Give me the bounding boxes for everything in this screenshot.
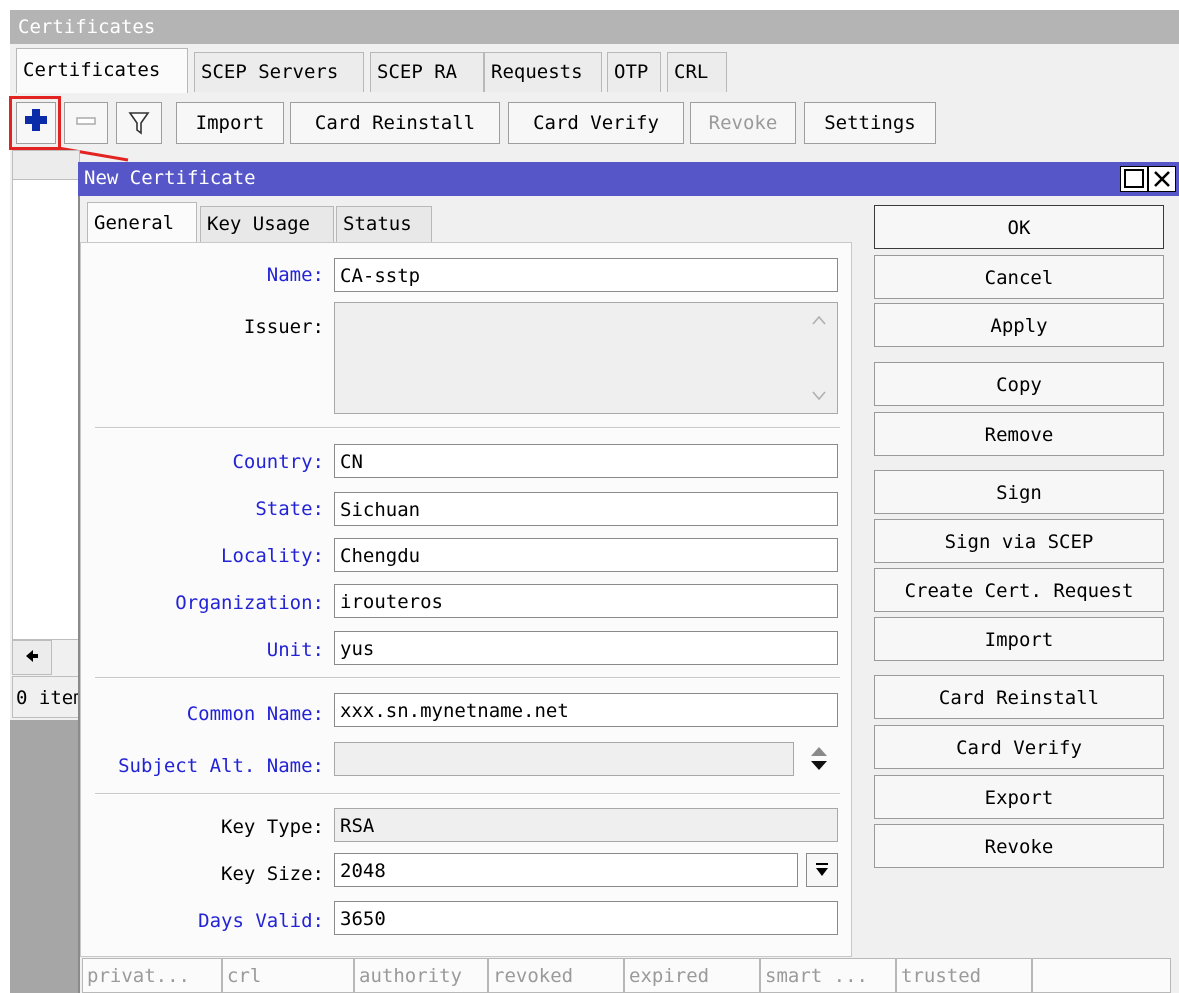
sign-via-scep-button[interactable]: Sign via SCEP [874, 519, 1164, 563]
tab-otp[interactable]: OTP [607, 52, 661, 92]
empty-area [10, 720, 80, 993]
filter-icon [128, 112, 150, 135]
tab-requests[interactable]: Requests [484, 52, 602, 92]
issuer-label: Issuer: [243, 316, 324, 338]
card-reinstall-button[interactable]: Card Reinstall [874, 675, 1164, 719]
days-valid-field[interactable]: 3650 [334, 901, 838, 935]
status-extra [1032, 958, 1171, 993]
filter-button[interactable] [116, 102, 162, 144]
revoke-button[interactable]: Revoke [690, 102, 796, 144]
tab-key-usage[interactable]: Key Usage [200, 206, 334, 242]
settings-button[interactable]: Settings [804, 102, 936, 144]
copy-button[interactable]: Copy [874, 362, 1164, 406]
import-button[interactable]: Import [176, 102, 284, 144]
items-count: 0 items [12, 676, 80, 718]
apply-button[interactable]: Apply [874, 303, 1164, 347]
locality-field[interactable]: Chengdu [334, 538, 838, 572]
chevron-up-icon[interactable] [808, 312, 830, 328]
tab-status[interactable]: Status [336, 206, 432, 242]
state-label: State: [255, 498, 324, 520]
issuer-field[interactable] [334, 302, 838, 414]
name-field[interactable]: CA-sstp [334, 258, 838, 292]
tab-scep-servers[interactable]: SCEP Servers [194, 52, 364, 92]
key-size-field[interactable]: 2048 [334, 853, 798, 887]
country-label: Country: [232, 451, 324, 473]
chevron-down-icon[interactable] [808, 388, 830, 404]
certificate-list[interactable] [12, 150, 80, 640]
import-button[interactable]: Import [874, 617, 1164, 661]
expand-collapse-icon[interactable] [808, 742, 830, 776]
window-title: Certificates [10, 10, 1179, 44]
arrow-left-icon [26, 650, 38, 662]
sign-button[interactable]: Sign [874, 470, 1164, 514]
dialog-title: New Certificate [78, 162, 1179, 196]
status-authority: authority [354, 958, 488, 993]
status-expired: expired [624, 958, 760, 993]
status-trusted: trusted [896, 958, 1032, 993]
card-verify-button[interactable]: Card Verify [874, 725, 1164, 769]
country-field[interactable]: CN [334, 444, 838, 478]
close-icon[interactable] [1148, 166, 1176, 192]
revoke-button[interactable]: Revoke [874, 824, 1164, 868]
locality-label: Locality: [221, 545, 324, 567]
days-valid-label: Days Valid: [198, 910, 324, 932]
export-button[interactable]: Export [874, 775, 1164, 819]
name-label: Name: [266, 264, 324, 286]
remove-button[interactable] [64, 102, 108, 144]
organization-label: Organization: [175, 592, 324, 614]
scroll-left-arrow-icon[interactable] [12, 640, 52, 675]
key-size-dropdown-button[interactable] [806, 853, 838, 887]
separator [95, 793, 840, 795]
key-size-label: Key Size: [221, 863, 324, 885]
common-name-field[interactable]: xxx.sn.mynetname.net [334, 693, 838, 727]
maximize-icon[interactable] [1120, 166, 1148, 192]
unit-label: Unit: [266, 639, 324, 661]
tab-scep-ra[interactable]: SCEP RA [370, 52, 484, 92]
separator [95, 427, 840, 429]
status-crl: crl [222, 958, 354, 993]
ok-button[interactable]: OK [874, 205, 1164, 249]
tab-general[interactable]: General [87, 202, 197, 243]
key-type-label: Key Type: [221, 816, 324, 838]
card-verify-button[interactable]: Card Verify [508, 102, 684, 144]
organization-field[interactable]: irouteros [334, 584, 838, 618]
create-cert-request-button[interactable]: Create Cert. Request [874, 568, 1164, 612]
remove-button[interactable]: Remove [874, 412, 1164, 456]
highlight-box [9, 96, 61, 150]
state-field[interactable]: Sichuan [334, 492, 838, 526]
separator [95, 677, 840, 679]
card-reinstall-button[interactable]: Card Reinstall [290, 102, 500, 144]
list-header [12, 150, 80, 180]
subject-alt-name-label: Subject Alt. Name: [118, 755, 324, 777]
cancel-button[interactable]: Cancel [874, 255, 1164, 299]
tab-certificates[interactable]: Certificates [16, 48, 188, 93]
minus-icon [76, 117, 96, 125]
tab-crl[interactable]: CRL [667, 52, 727, 92]
status-smart: smart ... [760, 958, 896, 993]
subject-alt-name-field[interactable] [334, 742, 794, 776]
unit-field[interactable]: yus [334, 631, 838, 665]
status-private: privat... [82, 958, 222, 993]
common-name-label: Common Name: [186, 703, 324, 725]
key-type-field: RSA [334, 808, 838, 842]
dropdown-arrow-icon [816, 863, 828, 876]
status-revoked: revoked [488, 958, 624, 993]
